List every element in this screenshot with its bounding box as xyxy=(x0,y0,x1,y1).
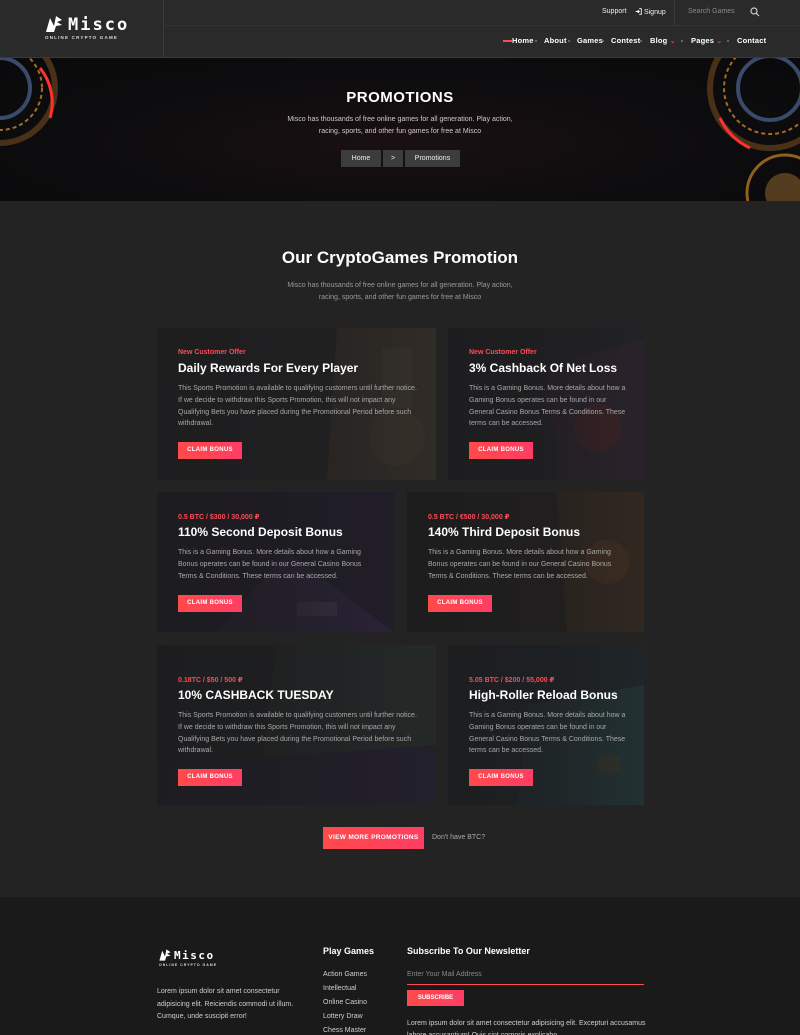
claim-bonus-button[interactable]: CLAIM BONUS xyxy=(428,595,492,612)
page-title: PROMOTIONS xyxy=(346,89,454,106)
promo-card: 0.5 BTC / $300 / 30,000 ₽ 110% Second De… xyxy=(157,492,394,632)
signup-icon xyxy=(635,8,642,15)
promo-card: New Customer Offer 3% Cashback Of Net Lo… xyxy=(448,328,644,480)
footer-link-intellectual[interactable]: Intellectual xyxy=(323,985,356,992)
promo-card: 0.5 BTC / €500 / 30,000 ₽ 140% Third Dep… xyxy=(407,492,644,632)
card-title: 10% CASHBACK TUESDAY xyxy=(178,688,334,702)
card-text: This is a Gaming Bonus. More details abo… xyxy=(469,712,626,755)
site-header: Misco ONLINE CRYPTO GAME Support Signup … xyxy=(0,0,800,58)
claim-bonus-button[interactable]: CLAIM BONUS xyxy=(178,442,242,459)
nav-separator xyxy=(727,40,729,42)
hero-decoration-right xyxy=(707,58,800,201)
search-box[interactable]: Search Games xyxy=(674,0,800,25)
no-btc-link[interactable]: Don't have BTC? xyxy=(432,834,485,841)
section-subtitle: Misco has thousands of free online games… xyxy=(287,282,513,301)
card-text: This is a Gaming Bonus. More details abo… xyxy=(469,385,626,428)
nav-contact[interactable]: Contact xyxy=(737,36,766,45)
hero-decoration-left xyxy=(0,58,58,146)
claim-bonus-button[interactable]: CLAIM BONUS xyxy=(178,595,242,612)
card-text: This Sports Promotion is available to qu… xyxy=(178,712,417,755)
header-divider xyxy=(163,0,164,58)
promo-card: 0.18TC / $50 / 500 ₽ 10% CASHBACK TUESDA… xyxy=(157,645,436,805)
support-link[interactable]: Support xyxy=(602,8,627,15)
card-kicker: 0.18TC / $50 / 500 ₽ xyxy=(178,677,243,684)
newsletter-heading: Subscribe To Our Newsletter xyxy=(407,946,530,956)
logo-text: Misco xyxy=(68,15,130,35)
site-footer xyxy=(0,897,800,1035)
nav-games[interactable]: Games xyxy=(577,36,603,45)
signup-label: Signup xyxy=(643,9,666,16)
newsletter-email-field[interactable]: Enter Your Mail Address xyxy=(407,967,644,985)
card-text: This Sports Promotion is available to qu… xyxy=(178,385,417,428)
breadcrumb-home[interactable]: Home xyxy=(341,150,381,167)
logo-icon xyxy=(159,949,171,961)
card-title: Daily Rewards For Every Player xyxy=(178,361,359,375)
section-title: Our CryptoGames Promotion xyxy=(281,248,519,267)
promo-card: New Customer Offer Daily Rewards For Eve… xyxy=(157,328,436,480)
card-kicker: 0.5 BTC / $300 / 30,000 ₽ xyxy=(178,514,260,521)
card-kicker: New Customer Offer xyxy=(178,349,246,356)
nav-about[interactable]: About xyxy=(544,36,567,45)
nav-home[interactable]: Home xyxy=(512,36,534,45)
nav-pages-label: Pages xyxy=(691,36,715,45)
card-kicker: New Customer Offer xyxy=(469,349,537,356)
footer-link-online-casino[interactable]: Online Casino xyxy=(323,999,367,1006)
search-input[interactable]: Search Games xyxy=(688,8,735,15)
footer-logo[interactable]: Misco ONLINE CRYPTO GAME xyxy=(158,948,228,972)
footer-link-action-games[interactable]: Action Games xyxy=(323,971,367,978)
card-title: 140% Third Deposit Bonus xyxy=(428,525,581,539)
card-title: 3% Cashback Of Net Loss xyxy=(469,361,618,375)
card-title: High-Roller Reload Bonus xyxy=(469,688,618,702)
claim-bonus-button[interactable]: CLAIM BONUS xyxy=(178,769,242,786)
nav-separator xyxy=(681,40,683,42)
nav-blog-label: Blog xyxy=(650,36,668,45)
nav-active-indicator xyxy=(503,40,512,42)
footer-about-text: Lorem ipsum dolor sit amet consectetur a… xyxy=(157,988,294,1020)
topbar-divider xyxy=(164,25,800,26)
footer-games-heading: Play Games xyxy=(323,946,375,956)
logo-icon xyxy=(46,16,62,32)
footer-link-lottery-draw[interactable]: Lottery Draw xyxy=(323,1013,363,1020)
page-hero: PROMOTIONS Misco has thousands of free o… xyxy=(0,58,800,201)
nav-separator xyxy=(640,40,642,42)
hero-subtitle: Misco has thousands of free online games… xyxy=(287,116,513,135)
claim-bonus-button[interactable]: CLAIM BONUS xyxy=(469,442,533,459)
nav-pages[interactable]: Pages ⌄ xyxy=(691,36,722,45)
claim-bonus-button[interactable]: CLAIM BONUS xyxy=(469,769,533,786)
footer-link-chess-master[interactable]: Chess Master xyxy=(323,1027,366,1034)
card-title: 110% Second Deposit Bonus xyxy=(178,525,343,539)
footer-logo-text: Misco xyxy=(174,949,215,962)
breadcrumb-separator: > xyxy=(383,150,403,167)
card-text: This is a Gaming Bonus. More details abo… xyxy=(178,549,362,580)
promo-card: 5.05 BTC / $200 / 55,000 ₽ High-Roller R… xyxy=(448,645,644,805)
subscribe-button[interactable]: SUBSCRIBE xyxy=(407,990,464,1006)
view-more-promotions-button[interactable]: VIEW MORE PROMOTIONS xyxy=(323,827,424,849)
card-kicker: 5.05 BTC / $200 / 55,000 ₽ xyxy=(469,677,555,684)
chevron-down-icon: ⌄ xyxy=(716,38,723,45)
newsletter-email-placeholder: Enter Your Mail Address xyxy=(407,971,482,978)
search-icon[interactable] xyxy=(750,7,760,17)
nav-separator xyxy=(535,40,537,42)
card-text: This is a Gaming Bonus. More details abo… xyxy=(428,549,612,580)
nav-separator xyxy=(602,40,604,42)
breadcrumb-current: Promotions xyxy=(405,150,460,167)
card-kicker: 0.5 BTC / €500 / 30,000 ₽ xyxy=(428,514,510,521)
logo-tagline: ONLINE CRYPTO GAME xyxy=(45,35,119,40)
nav-separator xyxy=(568,40,570,42)
nav-contest[interactable]: Contest xyxy=(611,36,640,45)
site-logo[interactable]: Misco ONLINE CRYPTO GAME xyxy=(44,14,154,44)
signup-link[interactable]: Signup xyxy=(635,8,666,16)
nav-blog[interactable]: Blog ⌄ xyxy=(650,36,676,45)
newsletter-text: Lorem ipsum dolor sit amet consectetur a… xyxy=(407,1020,646,1035)
footer-logo-tagline: ONLINE CRYPTO GAME xyxy=(159,963,218,967)
chevron-down-icon: ⌄ xyxy=(669,38,676,45)
